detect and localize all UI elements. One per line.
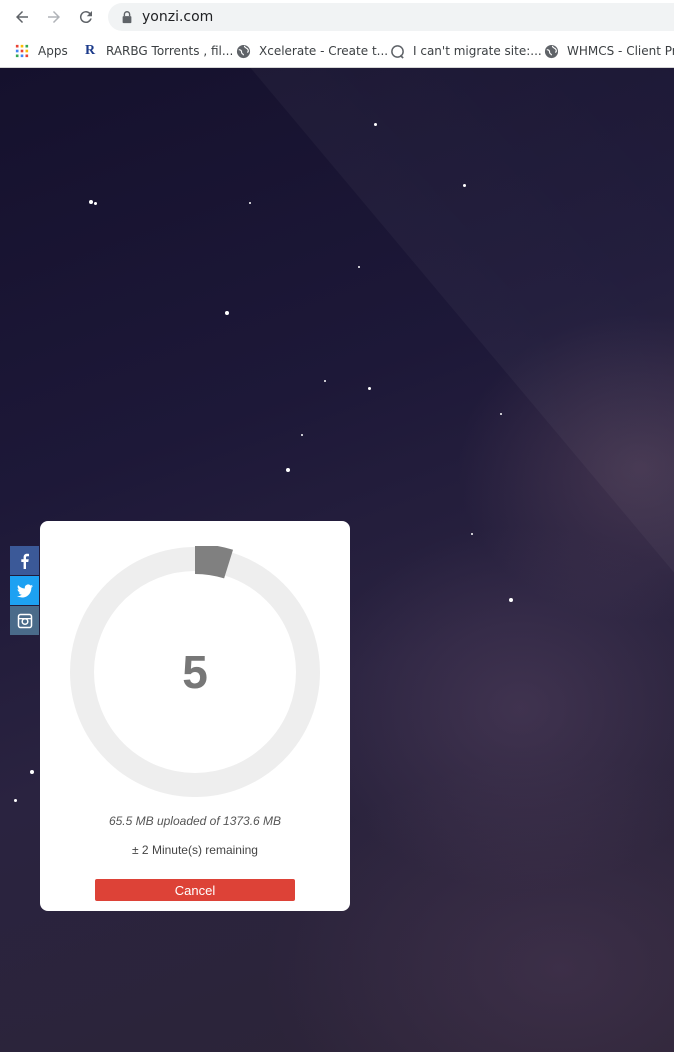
bookmark-label: I can't migrate site:...: [413, 44, 542, 58]
star: [14, 799, 17, 802]
star: [324, 380, 326, 382]
url-text: yonzi.com: [142, 9, 214, 25]
globe-icon: [235, 43, 251, 59]
star: [89, 200, 93, 204]
time-remaining-text: ± 2 Minute(s) remaining: [132, 843, 258, 857]
star: [225, 311, 229, 315]
forward-button[interactable]: [42, 5, 66, 29]
star: [374, 123, 377, 126]
bookmark-xcelerate[interactable]: Xcelerate - Create t...: [235, 40, 388, 62]
twitter-button[interactable]: [10, 576, 39, 605]
back-button[interactable]: [10, 5, 34, 29]
countdown-number: 5: [182, 646, 208, 698]
cancel-button[interactable]: Cancel: [95, 879, 295, 901]
address-bar[interactable]: yonzi.com: [108, 3, 674, 31]
forward-arrow-icon: [48, 11, 60, 23]
star: [509, 598, 513, 602]
star: [471, 533, 473, 535]
facebook-icon: [20, 553, 29, 569]
reload-icon: [79, 11, 92, 24]
rarbg-r-icon: R: [84, 43, 96, 58]
apps-grid-icon: [14, 43, 30, 59]
social-share-bar: [10, 546, 39, 636]
bookmark-label: WHMCS - Client Pr...: [567, 44, 674, 58]
bookmark-migrate[interactable]: I can't migrate site:...: [389, 40, 542, 62]
instagram-icon: [17, 613, 32, 628]
lock-icon: [122, 11, 132, 24]
facebook-button[interactable]: [10, 546, 39, 575]
bookmark-label: RARBG Torrents , fil...: [106, 44, 234, 58]
bookmark-apps[interactable]: Apps: [14, 40, 68, 62]
star: [30, 770, 34, 774]
bookmark-rarbg[interactable]: R RARBG Torrents , fil...: [82, 40, 233, 62]
star: [286, 468, 290, 472]
reload-button[interactable]: [74, 5, 98, 29]
uploaded-status-text: 65.5 MB uploaded of 1373.6 MB: [108, 814, 282, 828]
star: [358, 266, 360, 268]
upload-progress-modal: 5 65.5 MB uploaded of 1373.6 MB ± 2 Minu…: [40, 521, 350, 911]
bookmark-label: Apps: [38, 44, 68, 58]
star: [368, 387, 371, 390]
star: [94, 202, 97, 205]
back-arrow-icon: [16, 11, 28, 23]
star: [463, 184, 466, 187]
star: [500, 413, 502, 415]
browser-toolbar: yonzi.com: [0, 0, 674, 34]
bookmarks-bar: Apps R RARBG Torrents , fil... Xcelerate…: [0, 34, 674, 68]
progress-ring-fill: [194, 546, 234, 579]
globe-icon: [543, 43, 559, 59]
bookmark-whmcs[interactable]: WHMCS - Client Pr...: [543, 40, 674, 62]
star: [249, 202, 251, 204]
bookmark-label: Xcelerate - Create t...: [259, 44, 389, 58]
twitter-icon: [16, 583, 33, 597]
star: [301, 434, 303, 436]
question-icon: [389, 43, 405, 59]
instagram-button[interactable]: [10, 606, 39, 635]
